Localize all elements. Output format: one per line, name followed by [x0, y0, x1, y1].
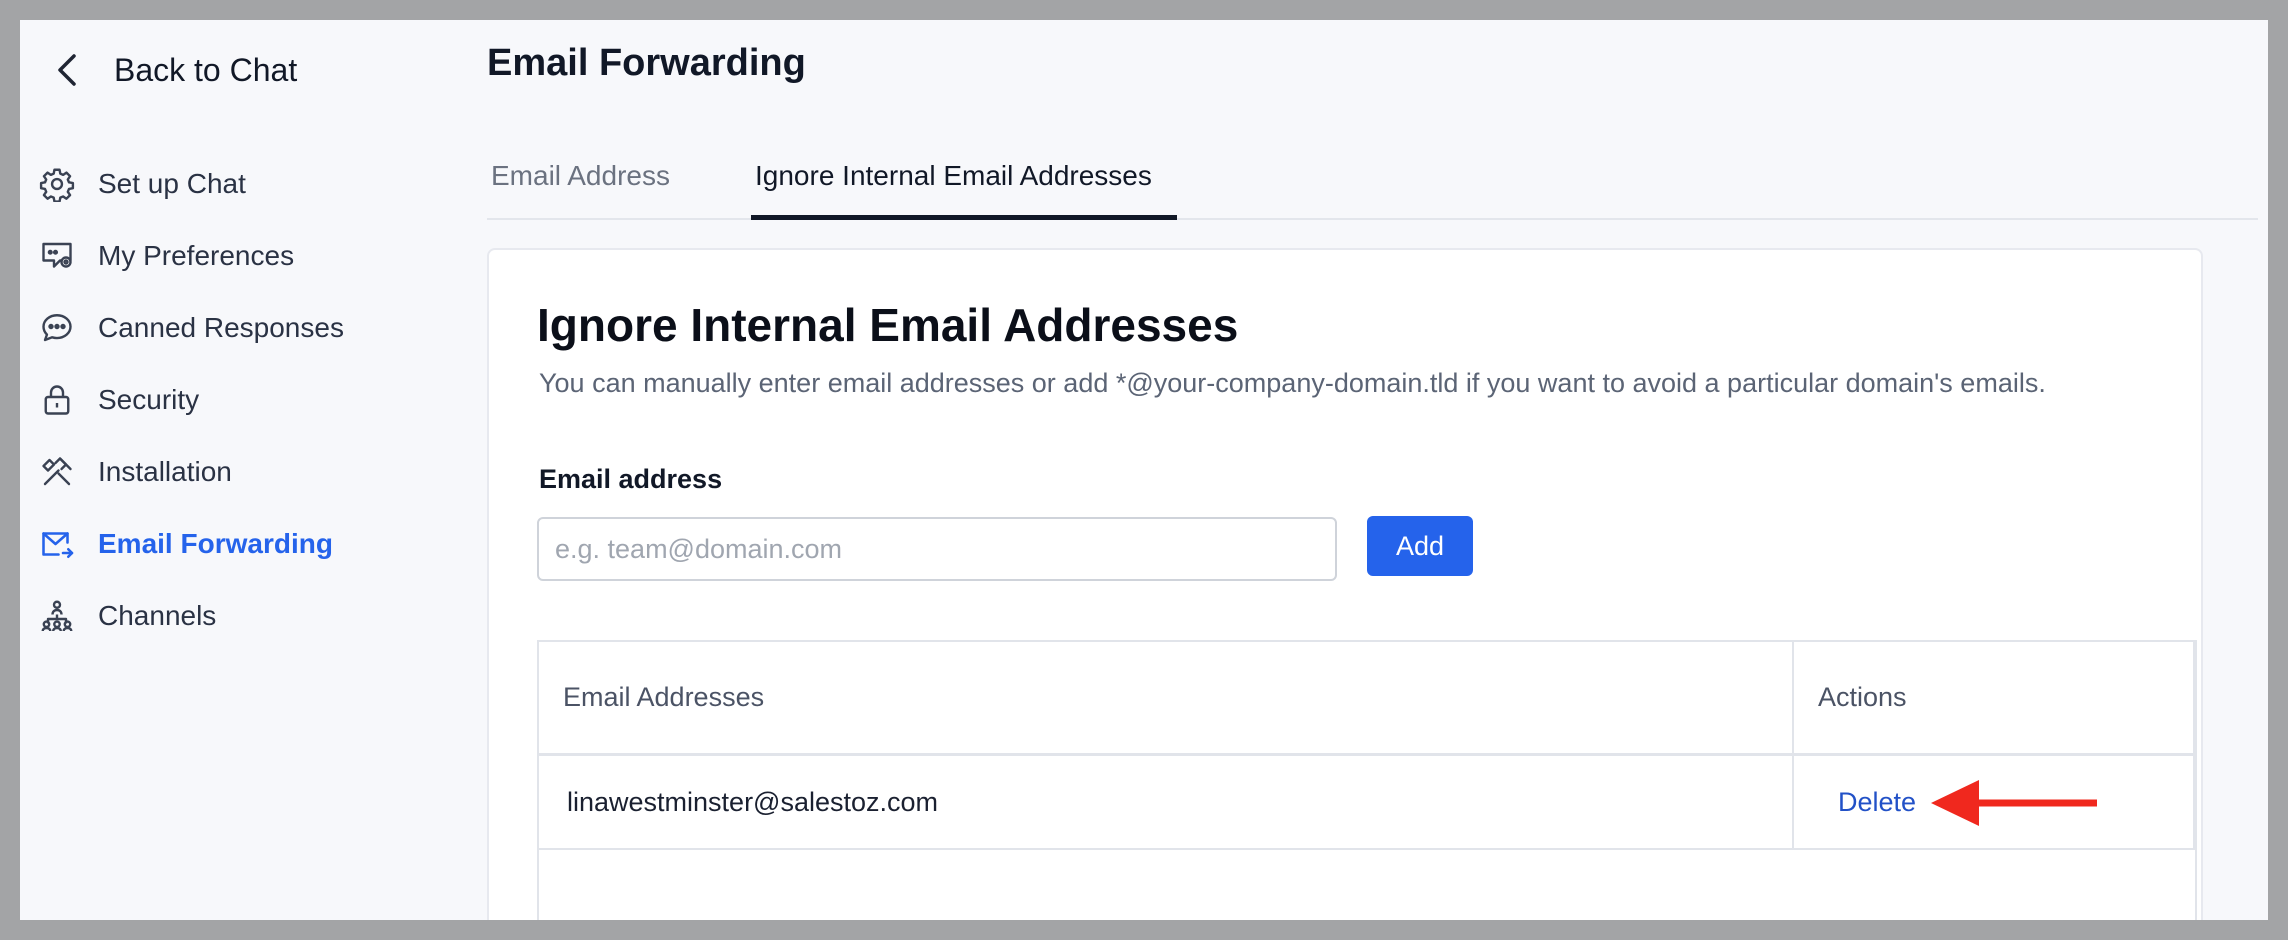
- channels-icon: [38, 597, 76, 635]
- sidebar-item-email-forwarding[interactable]: Email Forwarding: [38, 508, 344, 580]
- sidebar-item-label: My Preferences: [98, 240, 295, 271]
- tab-email-address[interactable]: Email Address: [487, 136, 687, 220]
- main-content: Email Forwarding Email Address Ignore In…: [487, 20, 2268, 920]
- sidebar-item-label: Email Forwarding: [98, 528, 333, 559]
- red-arrow-annotation-icon: [1931, 780, 2097, 826]
- sidebar: Back to Chat Set up Chat My Preferences …: [20, 20, 470, 920]
- sidebar-item-label: Security: [98, 384, 200, 415]
- sidebar-item-installation[interactable]: Installation: [38, 436, 344, 508]
- card-title: Ignore Internal Email Addresses: [537, 299, 1239, 351]
- sidebar-item-canned-responses[interactable]: Canned Responses: [38, 292, 344, 364]
- back-to-chat-button[interactable]: Back to Chat: [50, 42, 297, 98]
- sidebar-item-security[interactable]: Security: [38, 364, 344, 436]
- card-description: You can manually enter email addresses o…: [539, 368, 2046, 398]
- email-addresses-table: Email Addresses Actions linawestminster@…: [537, 640, 2197, 920]
- email-address-input[interactable]: [537, 517, 1337, 581]
- mail-forward-icon: [38, 525, 76, 563]
- add-button[interactable]: Add: [1367, 516, 1473, 576]
- chevron-left-icon: [50, 50, 84, 90]
- chat-settings-icon: [38, 237, 76, 275]
- lock-icon: [38, 381, 76, 419]
- sidebar-item-label: Channels: [98, 600, 217, 631]
- tools-icon: [38, 453, 76, 491]
- tab-bar: Email Address Ignore Internal Email Addr…: [487, 136, 2258, 220]
- sidebar-item-set-up-chat[interactable]: Set up Chat: [38, 148, 344, 220]
- sidebar-item-my-preferences[interactable]: My Preferences: [38, 220, 344, 292]
- table-row: linawestminster@salestoz.com Delete: [539, 756, 2195, 850]
- page-title: Email Forwarding: [487, 42, 806, 84]
- column-header-email-addresses: Email Addresses: [539, 642, 1794, 753]
- back-to-chat-label: Back to Chat: [114, 51, 298, 88]
- sidebar-item-channels[interactable]: Channels: [38, 580, 344, 652]
- sidebar-item-label: Set up Chat: [98, 168, 246, 199]
- settings-card: Ignore Internal Email Addresses You can …: [487, 248, 2203, 920]
- sidebar-nav: Set up Chat My Preferences Canned Respon…: [38, 148, 344, 652]
- tab-ignore-internal-email-addresses[interactable]: Ignore Internal Email Addresses: [751, 136, 1177, 220]
- email-address-label: Email address: [539, 464, 723, 494]
- chat-bubble-icon: [38, 309, 76, 347]
- app-window: Back to Chat Set up Chat My Preferences …: [20, 20, 2268, 920]
- delete-link[interactable]: Delete: [1838, 787, 1916, 818]
- email-cell: linawestminster@salestoz.com: [539, 756, 1794, 848]
- sidebar-item-label: Installation: [98, 456, 232, 487]
- column-header-actions: Actions: [1794, 642, 2195, 753]
- actions-cell: Delete: [1794, 756, 2195, 848]
- gear-icon: [38, 165, 76, 203]
- table-empty-area: [539, 850, 2195, 920]
- sidebar-item-label: Canned Responses: [98, 312, 344, 343]
- table-header: Email Addresses Actions: [539, 642, 2195, 756]
